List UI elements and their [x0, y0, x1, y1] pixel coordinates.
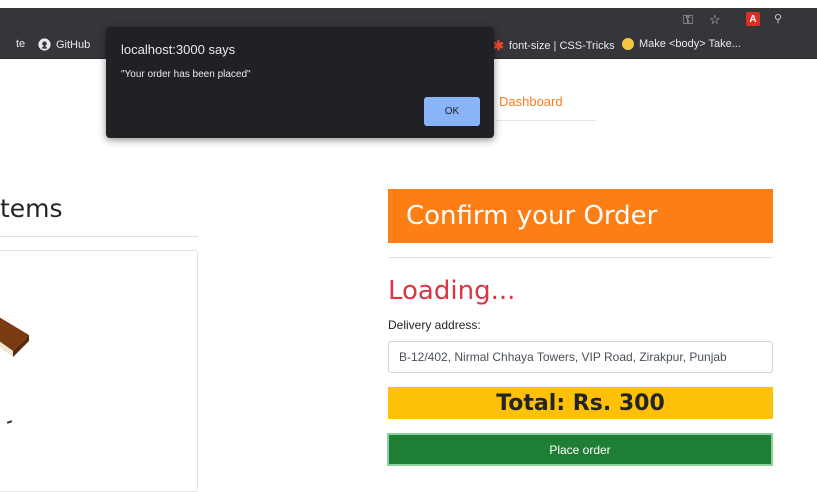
bookmark-item[interactable]: te — [16, 38, 25, 50]
nav-dashboard-link[interactable]: Dashboard — [499, 94, 563, 109]
order-total: Total: Rs. 300 — [388, 387, 773, 419]
delivery-address-input[interactable] — [388, 341, 773, 373]
alert-dialog: localhost:3000 says "Your order has been… — [106, 27, 494, 138]
bookmark-make-body[interactable]: Make <body> Take... — [622, 38, 741, 50]
confirm-order-banner: Confirm your Order — [388, 189, 773, 243]
alert-message: "Your order has been placed" — [121, 69, 251, 80]
extension-icon[interactable]: ⚲ — [774, 12, 782, 25]
key-icon[interactable]: ⚿ — [683, 12, 693, 28]
delivery-address-label: Delivery address: — [388, 318, 481, 332]
alert-ok-button[interactable]: OK — [424, 97, 480, 126]
book-image — [0, 311, 35, 359]
item-card — [0, 250, 198, 492]
star-icon[interactable]: ☆ — [709, 12, 721, 28]
order-divider — [388, 257, 773, 258]
loading-text: Loading... — [388, 276, 516, 306]
nav-divider — [496, 120, 596, 121]
place-order-button[interactable]: Place order — [387, 433, 773, 466]
left-divider — [0, 236, 198, 237]
css-tricks-icon: ✱ — [493, 38, 504, 53]
bookmark-github[interactable]: GitHub — [38, 38, 90, 51]
alert-title: localhost:3000 says — [121, 42, 236, 57]
decorative-mark — [6, 420, 13, 424]
smiley-icon — [622, 38, 634, 50]
top-strip — [0, 0, 817, 8]
items-heading: tems — [0, 194, 63, 223]
bookmark-css-tricks[interactable]: ✱ font-size | CSS-Tricks — [493, 38, 615, 54]
pdf-extension-icon[interactable]: A — [746, 12, 760, 26]
github-icon — [38, 38, 51, 51]
